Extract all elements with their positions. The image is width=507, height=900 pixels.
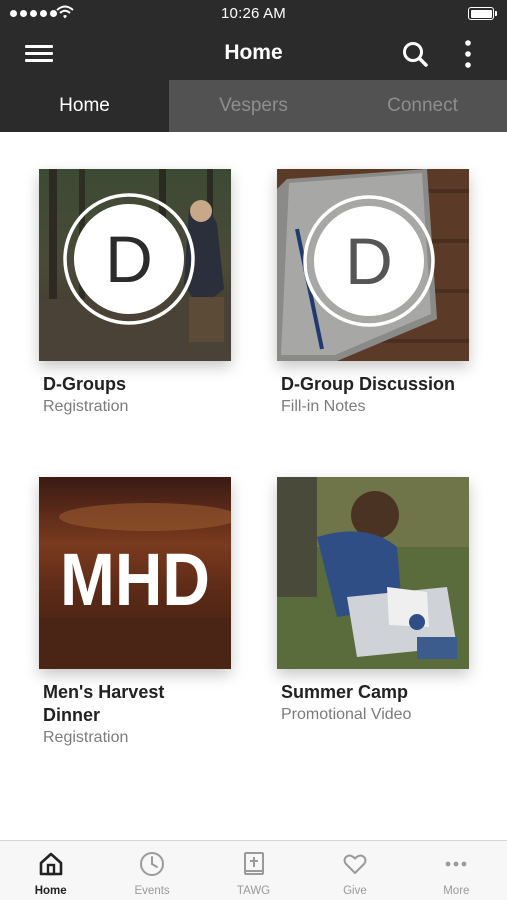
bottom-tab-bar: Home Events TAWG Give More xyxy=(0,840,507,900)
card-mens-harvest-dinner[interactable]: MHD Men's Harvest Dinner Registration xyxy=(39,477,239,749)
bottom-tab-events[interactable]: Events xyxy=(101,841,202,900)
bottom-tab-home[interactable]: Home xyxy=(0,841,101,900)
card-title: Summer Camp xyxy=(281,682,409,702)
card-subtitle: Registration xyxy=(43,729,129,746)
card-subtitle: Fill-in Notes xyxy=(281,398,366,415)
status-time: 10:26 AM xyxy=(221,5,286,22)
card-image: D xyxy=(277,169,469,361)
status-bar: 10:26 AM xyxy=(0,0,507,28)
bottom-tab-label: Home xyxy=(34,885,67,897)
card-title: D-Group Discussion xyxy=(281,374,456,394)
card-image: MHD xyxy=(39,477,231,669)
d-badge-icon: D xyxy=(63,193,195,325)
card-subtitle: Registration xyxy=(43,398,129,415)
battery-icon xyxy=(468,7,497,20)
bottom-tab-label: Give xyxy=(343,885,367,897)
card-title: D-Groups xyxy=(43,374,126,394)
mhd-image-text: MHD xyxy=(60,538,210,621)
bottom-tab-more[interactable]: More xyxy=(406,841,507,900)
card-summer-camp[interactable]: Summer Camp Promotional Video xyxy=(277,477,477,726)
card-image xyxy=(277,477,469,669)
tab-connect[interactable]: Connect xyxy=(338,80,507,132)
card-d-groups[interactable]: D D-Groups Registration xyxy=(39,169,239,418)
clock-icon xyxy=(140,852,165,876)
bottom-tab-label: More xyxy=(443,885,470,897)
vertical-dots-icon[interactable] xyxy=(455,38,481,70)
card-subtitle: Promotional Video xyxy=(281,706,412,723)
card-d-group-discussion[interactable]: D D-Group Discussion Fill-in Notes xyxy=(277,169,477,418)
heart-icon xyxy=(343,854,367,874)
more-dots-icon xyxy=(445,861,467,867)
card-image: D xyxy=(39,169,231,361)
card-title: Men's Harvest Dinner xyxy=(43,682,165,725)
hamburger-menu-icon[interactable] xyxy=(24,41,54,67)
d-badge-icon: D xyxy=(303,195,435,327)
bible-icon xyxy=(243,852,264,875)
app-screen: 10:26 AM Home Home Vespers Connect D D-G… xyxy=(0,0,507,900)
content-grid: D D-Groups Registration D D-Group Discus… xyxy=(0,132,507,840)
summer-camp-photo-image xyxy=(277,477,469,669)
page-title: Home xyxy=(224,41,283,64)
bottom-tab-label: TAWG xyxy=(236,885,271,897)
badge-letter: D xyxy=(105,222,153,296)
badge-letter: D xyxy=(345,224,393,298)
bottom-tab-tawg[interactable]: TAWG xyxy=(203,841,304,900)
search-icon[interactable] xyxy=(400,39,430,69)
navigation-bar: Home xyxy=(0,28,507,80)
bottom-tab-label: Events xyxy=(134,885,170,897)
tab-vespers[interactable]: Vespers xyxy=(169,80,338,132)
bottom-tab-give[interactable]: Give xyxy=(304,841,405,900)
home-icon xyxy=(39,852,63,876)
tab-home[interactable]: Home xyxy=(0,80,169,132)
harvest-field-image: MHD xyxy=(39,477,231,669)
top-tabs: Home Vespers Connect xyxy=(0,80,507,132)
